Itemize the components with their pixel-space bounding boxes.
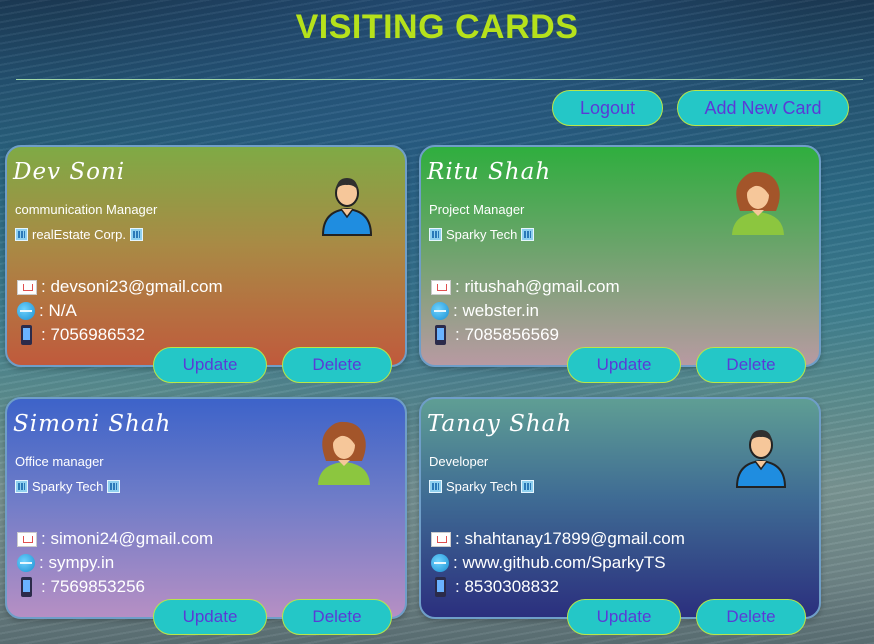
mobile-phone-icon	[435, 325, 446, 345]
card-website-row: : webster.in	[431, 301, 539, 321]
card-website-row: : N/A	[17, 301, 77, 321]
delete-button[interactable]: Delete	[696, 599, 806, 635]
delete-button[interactable]: Delete	[696, 347, 806, 383]
card-name: Dev Soni	[13, 159, 126, 185]
mobile-phone-icon	[21, 577, 32, 597]
mobile-phone-icon	[435, 577, 446, 597]
building-icon	[521, 228, 535, 241]
update-button[interactable]: Update	[153, 347, 267, 383]
envelope-icon	[431, 531, 451, 547]
card-phone: : 7569853256	[41, 577, 145, 596]
card-phone: : 7085856569	[455, 325, 559, 344]
globe-icon	[431, 554, 449, 572]
card-company-label: Sparky Tech	[32, 479, 104, 494]
card-phone-row: : 8530308832	[431, 577, 559, 597]
card-phone: : 8530308832	[455, 577, 559, 596]
male-avatar-icon	[321, 178, 373, 236]
update-button[interactable]: Update	[567, 347, 681, 383]
male-avatar-icon	[735, 430, 787, 488]
card-company: Sparky Tech	[429, 227, 535, 242]
card-company: realEstate Corp.	[15, 227, 143, 242]
card-email-row: : simoni24@gmail.com	[17, 529, 213, 549]
card-role: Office manager	[15, 454, 104, 469]
envelope-icon	[431, 279, 451, 295]
delete-button[interactable]: Delete	[282, 347, 392, 383]
card-phone-row: : 7569853256	[17, 577, 145, 597]
card-name: Ritu Shah	[427, 159, 552, 185]
card-phone: : 7056986532	[41, 325, 145, 344]
update-button[interactable]: Update	[567, 599, 681, 635]
card-name: Tanay Shah	[427, 411, 573, 437]
card-website: : webster.in	[453, 301, 539, 320]
visiting-card: Tanay Shah Developer Sparky Tech : shaht…	[419, 397, 821, 635]
delete-button[interactable]: Delete	[282, 599, 392, 635]
page-title: VISITING CARDS	[295, 8, 579, 46]
building-icon	[429, 480, 442, 493]
card-role: Developer	[429, 454, 489, 469]
building-icon	[521, 480, 535, 493]
card-email: : devsoni23@gmail.com	[41, 277, 223, 296]
card-email: : ritushah@gmail.com	[455, 277, 620, 296]
globe-icon	[431, 302, 449, 320]
card-company-label: Sparky Tech	[446, 227, 518, 242]
female-avatar-icon	[318, 421, 370, 485]
visiting-card: Simoni Shah Office manager Sparky Tech :…	[5, 397, 407, 635]
building-icon	[15, 228, 28, 241]
card-website: : www.github.com/SparkyTS	[453, 553, 666, 572]
building-icon	[429, 228, 442, 241]
card-website: : sympy.in	[39, 553, 115, 572]
logout-button[interactable]: Logout	[552, 90, 663, 126]
header-divider	[16, 79, 863, 80]
globe-icon	[17, 554, 35, 572]
card-role: communication Manager	[15, 202, 158, 217]
mobile-phone-icon	[21, 325, 32, 345]
card-role: Project Manager	[429, 202, 525, 217]
card-company: Sparky Tech	[15, 479, 121, 494]
card-email-row: : ritushah@gmail.com	[431, 277, 620, 297]
card-email-row: : shahtanay17899@gmail.com	[431, 529, 685, 549]
card-company: Sparky Tech	[429, 479, 535, 494]
add-new-card-button[interactable]: Add New Card	[677, 90, 849, 126]
building-icon	[129, 228, 143, 241]
card-company-label: Sparky Tech	[446, 479, 518, 494]
card-email: : simoni24@gmail.com	[41, 529, 214, 548]
update-button[interactable]: Update	[153, 599, 267, 635]
visiting-card: Dev Soni communication Manager realEstat…	[5, 145, 407, 383]
card-website-row: : www.github.com/SparkyTS	[431, 553, 666, 573]
building-icon	[15, 480, 28, 493]
card-phone-row: : 7056986532	[17, 325, 145, 345]
card-email: : shahtanay17899@gmail.com	[455, 529, 685, 548]
globe-icon	[17, 302, 35, 320]
visiting-card: Ritu Shah Project Manager Sparky Tech : …	[419, 145, 821, 383]
card-phone-row: : 7085856569	[431, 325, 559, 345]
building-icon	[107, 480, 121, 493]
envelope-icon	[17, 279, 37, 295]
card-website: : N/A	[39, 301, 77, 320]
female-avatar-icon	[732, 171, 784, 235]
card-name: Simoni Shah	[13, 411, 172, 437]
card-website-row: : sympy.in	[17, 553, 114, 573]
card-email-row: : devsoni23@gmail.com	[17, 277, 223, 297]
card-company-label: realEstate Corp.	[32, 227, 126, 242]
envelope-icon	[17, 531, 37, 547]
